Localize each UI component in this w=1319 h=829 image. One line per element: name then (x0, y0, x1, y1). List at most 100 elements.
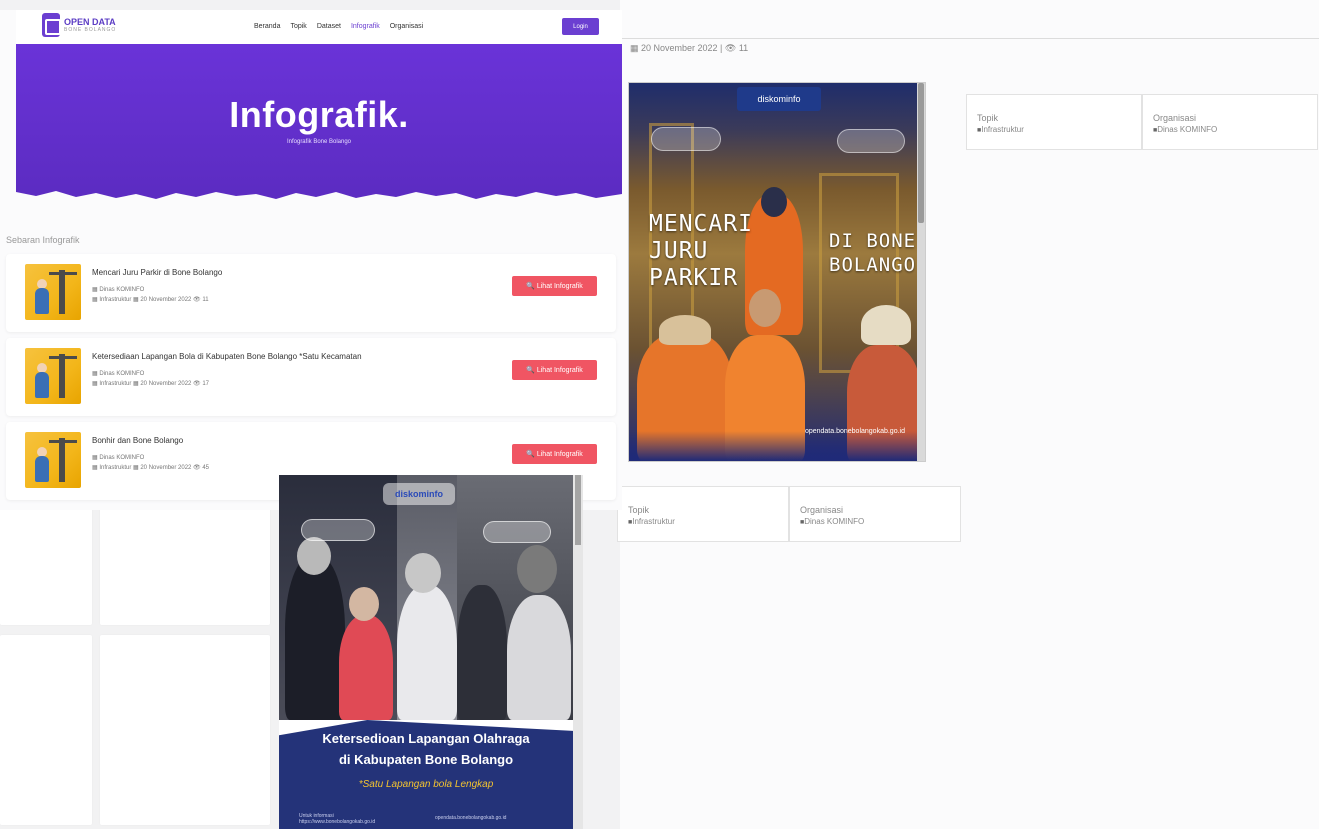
menu-item-beranda[interactable]: Beranda (254, 23, 280, 30)
item-organization: ▦ Dinas KOMINFO (92, 287, 145, 293)
poster-scrollbar[interactable] (917, 83, 925, 461)
scrollbar-thumb[interactable] (918, 83, 924, 223)
poster-title-line2: di Kabupaten Bone Bolango (338, 752, 514, 767)
infographic-thumbnail[interactable] (25, 264, 81, 320)
topic-cell: Topik Infrastruktur (617, 486, 789, 542)
view-infographic-button[interactable]: 🔍 Lihat Infografik (512, 360, 597, 380)
athlete-figure (457, 585, 507, 720)
basket-icon (42, 13, 61, 37)
infographic-thumbnail[interactable] (25, 348, 81, 404)
menu-item-infografik[interactable]: Infografik (351, 23, 380, 30)
topic-cell: Topik Infrastruktur (966, 94, 1142, 150)
crane-icon (59, 270, 65, 314)
background-tile (0, 505, 92, 625)
poster-footer-left: Untuk informasi https://www.bonebolangok… (299, 813, 376, 825)
poster-logo-pill (483, 521, 551, 543)
topic-value[interactable]: Infrastruktur (628, 517, 778, 526)
athlete-head (405, 553, 441, 593)
crane-icon (59, 438, 65, 482)
poster-title-right: DI BONE BOLANGO (829, 229, 916, 277)
menu-item-organisasi[interactable]: Organisasi (390, 23, 423, 30)
poster-logo-pill (837, 129, 905, 153)
item-organization: ▦ Dinas KOMINFO (92, 371, 145, 377)
organization-cell: Organisasi Dinas KOMINFO (789, 486, 961, 542)
menu-item-topik[interactable]: Topik (290, 23, 306, 30)
item-meta: ▦ Infrastruktur ▦ 20 November 2022 👁 45 (92, 465, 210, 471)
person-icon (35, 456, 49, 482)
item-meta: ▦ Infrastruktur ▦ 20 November 2022 👁 11 (92, 297, 209, 303)
athlete-figure (397, 585, 457, 720)
poster-footer (629, 431, 919, 461)
brand-badge: diskominfo (383, 483, 455, 505)
organization-label: Organisasi (800, 505, 844, 515)
hero-banner: Infografik. Infografik Bone Bolango (16, 44, 622, 214)
logo-subtext: BONE BOLANGO (64, 27, 117, 33)
organization-label: Organisasi (1153, 113, 1197, 123)
item-meta: ▦ Infrastruktur ▦ 20 November 2022 👁 17 (92, 381, 210, 387)
organization-cell: Organisasi Dinas KOMINFO (1142, 94, 1318, 150)
brand-badge: diskominfo (737, 87, 821, 111)
athlete-figure (339, 615, 393, 720)
info-row-bottom: Topik Infrastruktur Organisasi Dinas KOM… (617, 486, 961, 542)
worker-head (861, 305, 911, 345)
divider (620, 38, 1319, 39)
poster-scrollbar[interactable] (573, 475, 583, 829)
athlete-figure (507, 595, 571, 720)
poster-logo-pill (301, 519, 375, 541)
item-title[interactable]: Ketersediaan Lapangan Bola di Kabupaten … (92, 352, 362, 361)
athlete-head (297, 537, 331, 575)
crane-arm (49, 272, 77, 275)
athlete-head (349, 587, 379, 621)
topic-value[interactable]: Infrastruktur (977, 125, 1131, 134)
main-menu: Beranda Topik Dataset Infografik Organis… (254, 23, 423, 30)
organization-value[interactable]: Dinas KOMINFO (800, 517, 950, 526)
infographic-list-page: OPEN DATA BONE BOLANGO Beranda Topik Dat… (0, 10, 622, 510)
info-row-top: Topik Infrastruktur Organisasi Dinas KOM… (966, 94, 1318, 150)
navbar: OPEN DATA BONE BOLANGO Beranda Topik Dat… (16, 10, 622, 44)
worker-head (659, 315, 711, 345)
view-infographic-button[interactable]: 🔍 Lihat Infografik (512, 276, 597, 296)
post-meta: ▦ 20 November 2022 | 👁 11 (630, 43, 749, 53)
background-tile (0, 635, 92, 825)
poster-title-line1: Ketersedioan Lapangan Olahraga (322, 731, 530, 746)
topic-label: Topik (977, 113, 999, 123)
crane-icon (59, 354, 65, 398)
infographic-detail-page: ▦ 20 November 2022 | 👁 11 diskominfo MEN… (617, 0, 1319, 829)
item-title[interactable]: Bonhir dan Bone Bolango (92, 436, 183, 445)
person-icon (35, 372, 49, 398)
organization-value[interactable]: Dinas KOMINFO (1153, 125, 1307, 134)
site-logo[interactable]: OPEN DATA BONE BOLANGO (42, 13, 116, 37)
item-organization: ▦ Dinas KOMINFO (92, 455, 145, 461)
athlete-head (517, 545, 557, 593)
poster-title-line: DI BONE (829, 230, 917, 252)
menu-item-dataset[interactable]: Dataset (317, 23, 341, 30)
infographic-poster-sports[interactable]: diskominfo Ketersedioan Lapangan Olahrag… (279, 475, 583, 829)
login-button[interactable]: Login (562, 18, 599, 35)
background-tile (100, 635, 270, 825)
background-tile (100, 505, 270, 625)
page-title: Infografik. (229, 94, 409, 135)
topic-label: Topik (628, 505, 650, 515)
view-infographic-button[interactable]: 🔍 Lihat Infografik (512, 444, 597, 464)
poster-footer-right: opendata.bonebolangokab.go.id (435, 815, 507, 821)
scrollbar-thumb[interactable] (575, 475, 581, 545)
section-title: Sebaran Infografik (6, 235, 80, 245)
worker-head (749, 289, 781, 327)
poster-title-line: PARKIR (649, 265, 739, 291)
logo-text: OPEN DATA (64, 17, 116, 27)
athlete-collage: diskominfo (279, 475, 573, 720)
poster-logo-pill (651, 127, 721, 151)
crane-arm (49, 356, 77, 359)
person-icon (35, 288, 49, 314)
list-item: Ketersediaan Lapangan Bola di Kabupaten … (6, 338, 616, 416)
list-item: Mencari Juru Parkir di Bone Bolango ▦ Di… (6, 254, 616, 332)
item-title[interactable]: Mencari Juru Parkir di Bone Bolango (92, 268, 222, 277)
crane-arm (49, 440, 77, 443)
poster-url: opendata.bonebolangokab.go.id (804, 428, 905, 435)
poster-title-left: MENCARI JURU PARKIR (649, 211, 753, 292)
infographic-poster[interactable]: diskominfo MENCARI JURU PARKIR DI BONE B… (628, 82, 926, 462)
athlete-figure (285, 555, 345, 720)
poster-title-line: BOLANGO (829, 254, 917, 276)
infographic-thumbnail[interactable] (25, 432, 81, 488)
page-subtitle: Infografik Bone Bolango (286, 139, 352, 145)
